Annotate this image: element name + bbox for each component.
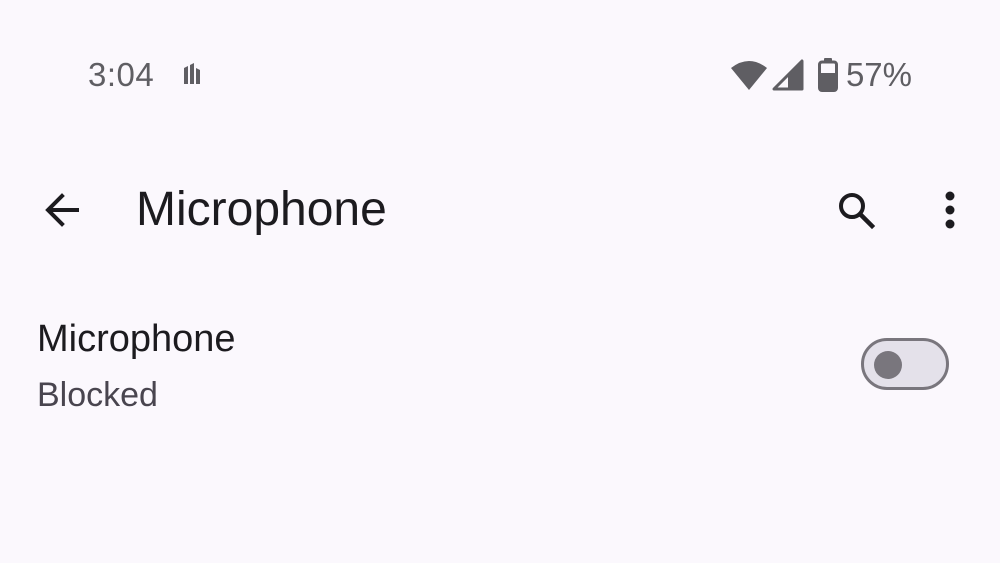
battery-percentage: 57%	[845, 56, 912, 93]
setting-title: Microphone	[37, 318, 236, 360]
search-icon	[839, 193, 876, 230]
cell-signal-icon	[772, 59, 804, 91]
arrow-back-icon	[45, 193, 79, 227]
battery-icon	[817, 58, 838, 92]
notification-app-icon	[184, 63, 200, 84]
page-title: Microphone	[136, 183, 387, 236]
more-options-button[interactable]	[926, 184, 974, 236]
settings-screen: 3:04 57% Microphone Microphone Blocked	[0, 0, 1000, 563]
more-vert-icon	[945, 191, 955, 229]
microphone-toggle[interactable]	[861, 338, 949, 390]
status-icons: 57%	[730, 55, 912, 95]
setting-summary: Blocked	[37, 376, 158, 414]
search-button[interactable]	[828, 184, 884, 236]
microphone-setting-row[interactable]: Microphone Blocked	[0, 300, 1000, 434]
toggle-thumb	[874, 351, 902, 379]
wifi-icon	[730, 61, 767, 90]
status-time: 3:04	[88, 56, 155, 93]
back-button[interactable]	[36, 184, 88, 236]
